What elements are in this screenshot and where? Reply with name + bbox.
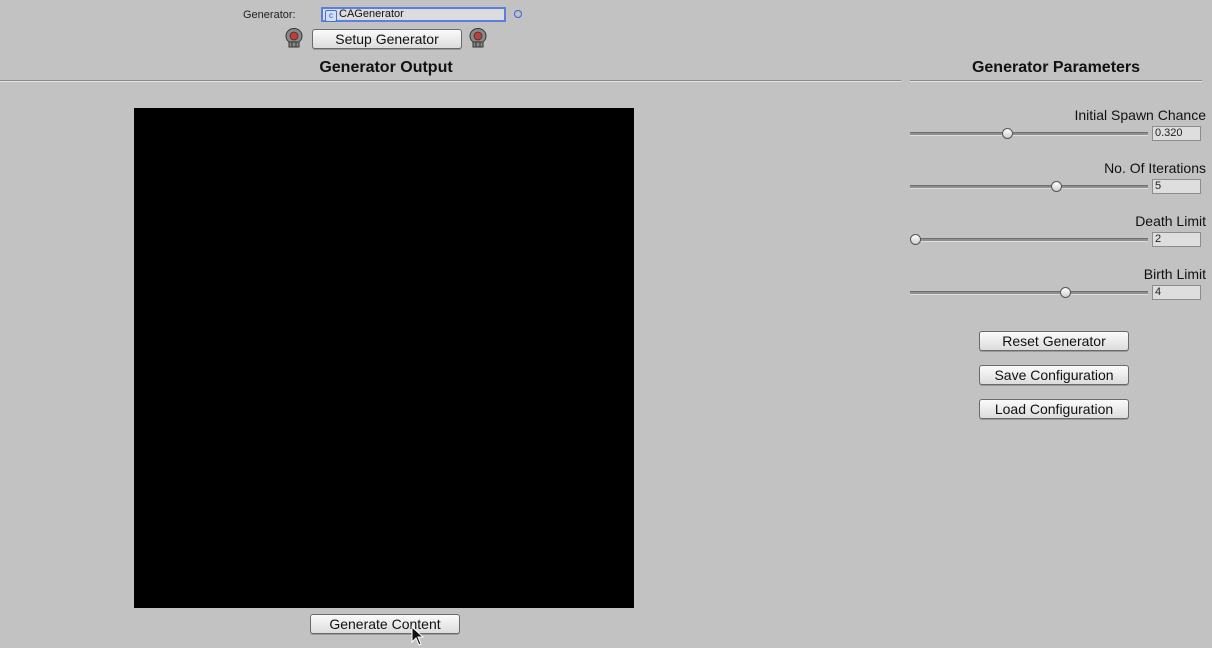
skull-icon — [469, 28, 487, 48]
slider-iterations[interactable] — [910, 185, 1148, 189]
mouse-cursor-icon — [411, 626, 425, 646]
generator-parameters-title: Generator Parameters — [971, 59, 1141, 76]
slider-death-limit[interactable] — [910, 238, 1148, 242]
cave-map-grid — [134, 108, 634, 608]
skull-icon — [285, 28, 303, 48]
slider-thumb[interactable] — [1050, 181, 1062, 192]
load-configuration-button[interactable]: Load Configuration — [979, 399, 1129, 419]
generate-content-button[interactable]: Generate Content — [310, 614, 460, 634]
setup-generator-button[interactable]: Setup Generator — [312, 29, 462, 49]
generator-object-field[interactable]: c CAGenerator — [321, 7, 506, 22]
reset-generator-button[interactable]: Reset Generator — [979, 331, 1129, 351]
value-field-birth-limit[interactable]: 4 — [1152, 285, 1201, 300]
generator-field-value: CAGenerator — [339, 8, 404, 20]
map-background — [134, 108, 634, 608]
value-field-death-limit[interactable]: 2 — [1152, 232, 1201, 247]
generator-output-title: Generator Output — [319, 59, 453, 76]
generator-label: Generator: — [243, 9, 296, 21]
script-asset-icon: c — [325, 10, 337, 22]
slider-thumb[interactable] — [1059, 287, 1071, 298]
param-label-iterations: No. Of Iterations — [1104, 160, 1206, 176]
slider-birth-limit[interactable] — [910, 291, 1148, 295]
param-label-initial-spawn-chance: Initial Spawn Chance — [1074, 107, 1206, 123]
value-field-initial-spawn-chance[interactable]: 0.320 — [1152, 126, 1201, 141]
parameters-divider — [910, 80, 1202, 82]
param-label-birth-limit: Birth Limit — [1143, 266, 1206, 282]
slider-thumb[interactable] — [1001, 128, 1013, 139]
slider-initial-spawn-chance[interactable] — [910, 132, 1148, 136]
param-label-death-limit: Death Limit — [1135, 213, 1206, 229]
output-divider — [0, 80, 901, 82]
value-field-iterations[interactable]: 5 — [1152, 179, 1201, 194]
save-configuration-button[interactable]: Save Configuration — [979, 365, 1129, 385]
object-picker-icon[interactable] — [514, 10, 522, 18]
slider-thumb[interactable] — [910, 234, 921, 245]
